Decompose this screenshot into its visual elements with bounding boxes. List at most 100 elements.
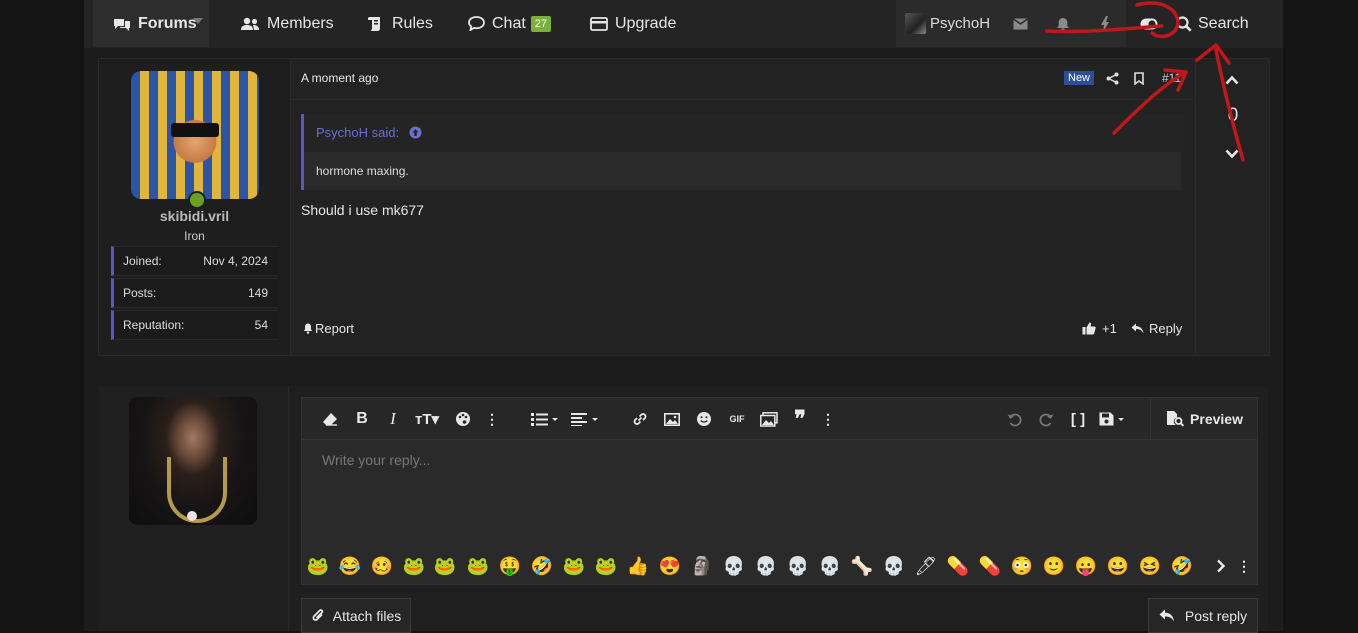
post-header: A moment ago New #11: [291, 59, 1193, 100]
arrow-up-circle-icon[interactable]: [409, 126, 422, 139]
more-vertical-icon[interactable]: ⋮: [821, 410, 835, 428]
emoji-item[interactable]: 👍: [626, 554, 650, 578]
top-nav: Forums Members Rules Chat 27 Upgrade Psy…: [84, 0, 1283, 48]
emoji-item[interactable]: 💀: [818, 554, 842, 578]
bell-icon[interactable]: [1053, 14, 1073, 34]
avatar[interactable]: [131, 71, 259, 199]
reply-button[interactable]: Reply: [1131, 321, 1182, 336]
emoji-item[interactable]: 🤣: [1170, 554, 1194, 578]
post-user-cell: skibidi.vril Iron Joined: Nov 4, 2024 Po…: [99, 59, 291, 355]
redo-icon[interactable]: [1037, 410, 1055, 428]
emoji-item[interactable]: 💀: [754, 554, 778, 578]
emoji-item[interactable]: 💀: [722, 554, 746, 578]
more-vertical-icon[interactable]: ⋮: [1237, 557, 1251, 575]
emoji-item[interactable]: 💀: [786, 554, 810, 578]
font-size-icon[interactable]: тT▾: [411, 410, 443, 428]
quote-icon[interactable]: ❞: [791, 406, 809, 431]
emoji-item[interactable]: 🐸: [433, 554, 457, 578]
emoji-item[interactable]: 🙂: [1042, 554, 1066, 578]
user-menu[interactable]: PsychoH: [896, 0, 1000, 47]
chevron-right-icon[interactable]: [1211, 557, 1231, 575]
emoji-item[interactable]: 😍: [658, 554, 682, 578]
post: skibidi.vril Iron Joined: Nov 4, 2024 Po…: [98, 58, 1270, 356]
emoji-item[interactable]: 🥴: [370, 554, 394, 578]
emoji-item[interactable]: 😀: [1106, 554, 1130, 578]
nav-forums[interactable]: Forums: [93, 0, 209, 47]
nav-forums-label: Forums: [138, 14, 197, 32]
share-icon[interactable]: [1104, 70, 1120, 86]
nav-members[interactable]: Members: [240, 0, 334, 47]
nav-upgrade[interactable]: Upgrade: [590, 0, 676, 47]
nav-search-label: Search: [1198, 14, 1249, 32]
post-time[interactable]: A moment ago: [301, 71, 378, 85]
user-title: Iron: [184, 229, 205, 243]
emoji-item[interactable]: 🖊: [914, 554, 938, 578]
fullscreen-icon[interactable]: [ ]: [1069, 410, 1087, 428]
bolt-icon[interactable]: [1095, 14, 1115, 34]
save-draft-icon[interactable]: [1097, 410, 1129, 428]
emoji-item[interactable]: 🤑: [498, 554, 522, 578]
emoji-item[interactable]: 💊: [946, 554, 970, 578]
emoji-item[interactable]: 🐸: [594, 554, 618, 578]
palette-icon[interactable]: [454, 410, 472, 428]
emoji-item[interactable]: 🗿: [690, 554, 714, 578]
emoji-item[interactable]: 🐸: [402, 554, 426, 578]
vote-score: 0: [1227, 105, 1239, 126]
image-icon[interactable]: [663, 410, 681, 428]
stat-posts: Posts: 149: [111, 278, 278, 308]
editor-toolbar: B I тT▾ ⋮ GIF ❞ ⋮ [] Preview: [302, 398, 1257, 440]
nav-chat[interactable]: Chat 27: [468, 0, 552, 47]
emoji-item[interactable]: 🦴: [850, 554, 874, 578]
emoji-item[interactable]: 💊: [978, 554, 1002, 578]
vote-cell: 0: [1195, 59, 1270, 355]
reply-textarea[interactable]: Write your reply...: [322, 452, 430, 468]
new-badge: New: [1064, 71, 1095, 85]
chevron-down-icon[interactable]: [193, 18, 203, 24]
media-icon[interactable]: [759, 410, 779, 428]
stat-value: 54: [254, 318, 268, 332]
quick-reply: B I тT▾ ⋮ GIF ❞ ⋮ [] Preview Write your…: [98, 386, 1268, 633]
link-icon[interactable]: [631, 410, 649, 428]
emoji-item[interactable]: 😳: [1010, 554, 1034, 578]
username[interactable]: skibidi.vril: [99, 208, 290, 224]
quote-block: PsychoH said: hormone maxing.: [301, 114, 1184, 190]
avatar[interactable]: [129, 397, 257, 525]
align-icon[interactable]: [570, 410, 600, 428]
emoji-item[interactable]: 😆: [1138, 554, 1162, 578]
report-label: Report: [315, 321, 355, 336]
emoji-item[interactable]: 🤣: [530, 554, 554, 578]
emoji-item[interactable]: 😂: [338, 554, 362, 578]
bold-icon[interactable]: B: [354, 410, 370, 428]
attach-files-button[interactable]: Attach files: [301, 598, 411, 633]
theme-toggle-icon[interactable]: [1139, 14, 1159, 34]
attach-files-label: Attach files: [332, 607, 402, 624]
preview-button[interactable]: Preview: [1150, 398, 1258, 439]
list-icon[interactable]: [530, 410, 560, 428]
quote-author[interactable]: PsychoH said:: [316, 125, 422, 140]
nav-rules[interactable]: Rules: [367, 0, 433, 47]
chevron-down-icon[interactable]: [1225, 149, 1239, 159]
bookmark-icon[interactable]: [1131, 70, 1147, 86]
like-button[interactable]: +1: [1082, 321, 1117, 336]
post-reply-button[interactable]: Post reply: [1148, 598, 1258, 633]
emoji-item[interactable]: 💀: [882, 554, 906, 578]
emoji-item[interactable]: 😛: [1074, 554, 1098, 578]
chevron-up-icon[interactable]: [1225, 75, 1239, 85]
envelope-icon[interactable]: [1010, 14, 1030, 34]
post-number[interactable]: #11: [1162, 71, 1181, 85]
quote-text: hormone maxing.: [316, 164, 409, 178]
emoji-item[interactable]: 🐸: [562, 554, 586, 578]
emoji-item[interactable]: 🐸: [306, 554, 330, 578]
more-vertical-icon[interactable]: ⋮: [485, 410, 499, 428]
online-status-dot: [188, 191, 206, 209]
quote-body: hormone maxing.: [304, 152, 1181, 190]
undo-icon[interactable]: [1005, 410, 1023, 428]
emoji-item[interactable]: 🐸: [466, 554, 490, 578]
gif-icon[interactable]: GIF: [727, 410, 747, 428]
report-button[interactable]: Report: [303, 321, 354, 336]
eraser-icon[interactable]: [320, 410, 340, 428]
reply-editor: B I тT▾ ⋮ GIF ❞ ⋮ [] Preview Write your…: [301, 397, 1258, 585]
italic-icon[interactable]: I: [386, 409, 400, 428]
nav-search[interactable]: Search: [1176, 0, 1249, 47]
smile-icon[interactable]: [695, 410, 713, 428]
